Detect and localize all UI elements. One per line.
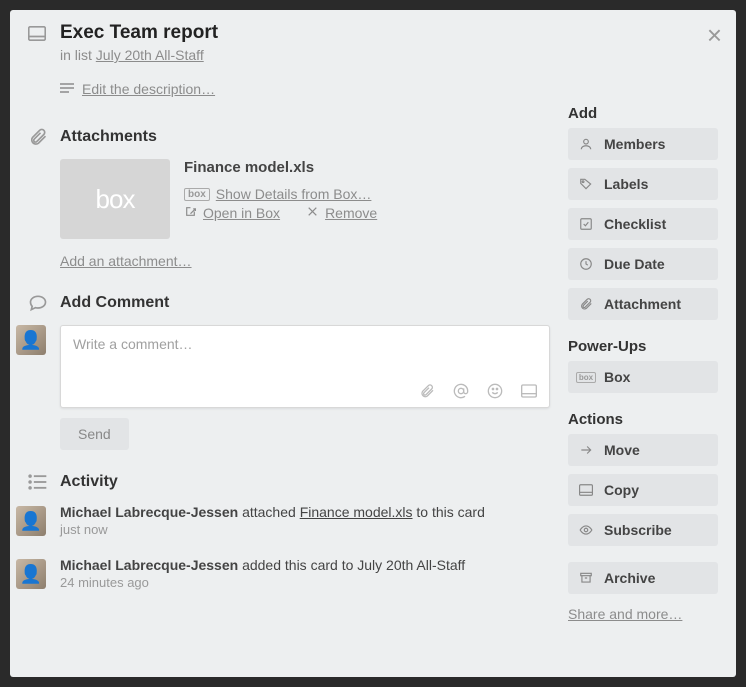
check-square-icon: [578, 217, 594, 231]
add-comment-title: Add Comment: [60, 294, 169, 312]
card-header: Exec Team report in list July 20th All-S…: [28, 22, 718, 97]
attachment-button[interactable]: Attachment: [568, 288, 718, 320]
activity-section: Activity 👤 Michael Labrecque-Jessen atta…: [28, 472, 550, 590]
edit-description-link[interactable]: Edit the description…: [82, 81, 215, 97]
paperclip-icon: [578, 297, 594, 311]
activity-user[interactable]: Michael Labrecque-Jessen: [60, 504, 238, 520]
powerup-box-button[interactable]: box Box: [568, 361, 718, 393]
send-button[interactable]: Send: [60, 418, 129, 450]
card-list-info: in list July 20th All-Staff: [60, 47, 718, 63]
comment-input[interactable]: [73, 336, 537, 372]
card-link-icon[interactable]: [521, 383, 537, 399]
emoji-icon[interactable]: [487, 383, 503, 399]
description-icon: [60, 83, 74, 95]
archive-icon: [578, 571, 594, 585]
attachment-thumbnail[interactable]: box: [60, 159, 170, 239]
arrow-right-icon: [578, 443, 594, 457]
sidebar-add-title: Add: [568, 105, 718, 128]
attach-icon[interactable]: [419, 383, 435, 399]
activity-item: 👤 Michael Labrecque-Jessen added this ca…: [60, 557, 550, 590]
activity-user[interactable]: Michael Labrecque-Jessen: [60, 557, 238, 573]
card-modal: × Exec Team report in list July 20th All…: [10, 10, 736, 677]
archive-button[interactable]: Archive: [568, 562, 718, 594]
add-comment-section: Add Comment 👤 Send: [28, 293, 550, 450]
sidebar-actions-title: Actions: [568, 411, 718, 434]
activity-time: just now: [60, 522, 550, 537]
avatar: 👤: [16, 325, 46, 355]
attachment-item: box Finance model.xls box Show Details f…: [60, 159, 550, 239]
eye-icon: [578, 523, 594, 537]
box-logo: box: [96, 184, 135, 215]
person-icon: [578, 137, 594, 151]
checklist-button[interactable]: Checklist: [568, 208, 718, 240]
add-attachment-link[interactable]: Add an attachment…: [60, 253, 192, 269]
copy-button[interactable]: Copy: [568, 474, 718, 506]
share-more-link[interactable]: Share and more…: [568, 606, 682, 622]
show-details-link[interactable]: Show Details from Box…: [216, 186, 372, 202]
box-icon: box: [578, 372, 594, 383]
labels-button[interactable]: Labels: [568, 168, 718, 200]
sidebar-powerups-title: Power-Ups: [568, 338, 718, 361]
activity-title: Activity: [60, 473, 118, 491]
list-link[interactable]: July 20th All-Staff: [96, 47, 204, 63]
paperclip-icon: [28, 127, 50, 147]
attachments-title: Attachments: [60, 128, 157, 146]
move-button[interactable]: Move: [568, 434, 718, 466]
activity-item: 👤 Michael Labrecque-Jessen attached Fina…: [60, 504, 550, 537]
remove-icon: [306, 205, 319, 221]
box-badge: box: [184, 188, 210, 201]
card-icon: [28, 26, 50, 41]
mention-icon[interactable]: [453, 383, 469, 399]
external-link-icon: [184, 205, 197, 221]
avatar: 👤: [16, 559, 46, 589]
due-date-button[interactable]: Due Date: [568, 248, 718, 280]
members-button[interactable]: Members: [568, 128, 718, 160]
sidebar: Add Members Labels Checklist Due Date: [568, 105, 718, 642]
copy-icon: [578, 483, 594, 497]
clock-icon: [578, 257, 594, 271]
avatar: 👤: [16, 506, 46, 536]
label-icon: [578, 177, 594, 191]
close-icon[interactable]: ×: [707, 22, 722, 48]
remove-attachment-link[interactable]: Remove: [325, 205, 377, 221]
open-in-box-link[interactable]: Open in Box: [203, 205, 280, 221]
attachment-name: Finance model.xls: [184, 159, 377, 176]
card-title[interactable]: Exec Team report: [60, 22, 218, 44]
list-icon: [28, 472, 50, 492]
activity-link[interactable]: Finance model.xls: [300, 504, 413, 520]
attachments-section: Attachments box Finance model.xls box Sh…: [28, 127, 550, 271]
activity-time: 24 minutes ago: [60, 575, 550, 590]
speech-bubble-icon: [28, 293, 50, 313]
subscribe-button[interactable]: Subscribe: [568, 514, 718, 546]
comment-box[interactable]: [60, 325, 550, 408]
